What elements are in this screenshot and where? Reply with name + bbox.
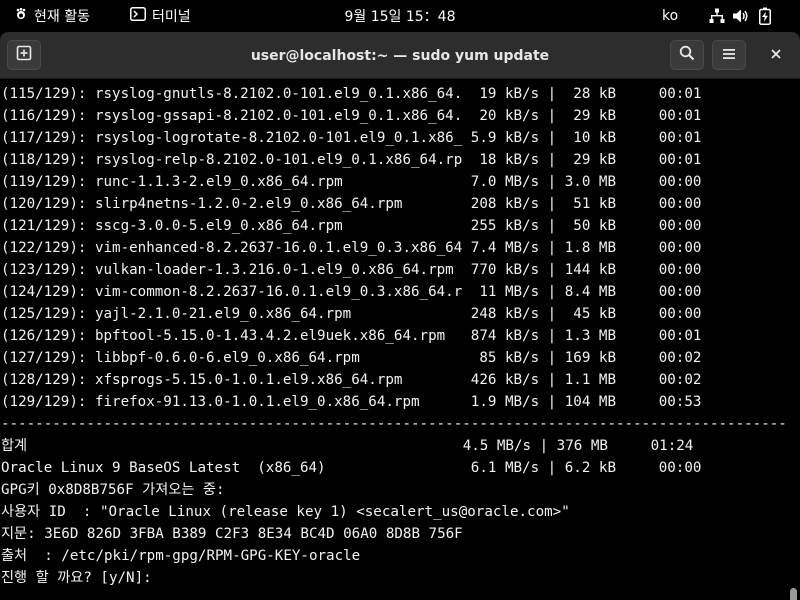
terminal-output[interactable]: (115/129): rsyslog-gnutls-8.2102.0-101.e… — [0, 80, 786, 600]
input-language-label: ko — [662, 8, 679, 24]
scrollbar-thumb[interactable] — [790, 588, 797, 600]
terminal-line: (118/129): rsyslog-relp-8.2102.0-101.el9… — [1, 152, 702, 168]
hamburger-menu-icon — [722, 46, 736, 64]
terminal-line: 사용자 ID : "Oracle Linux (release key 1) <… — [1, 504, 570, 520]
network-icon — [708, 7, 726, 25]
hamburger-menu-button[interactable] — [712, 40, 746, 70]
new-tab-button[interactable] — [7, 40, 41, 70]
terminal-line: ----------------------------------------… — [1, 416, 786, 432]
terminal-line: (115/129): rsyslog-gnutls-8.2102.0-101.e… — [1, 86, 702, 102]
system-tray[interactable] — [708, 0, 774, 32]
clock-text: 9월 15일 15：48 — [344, 9, 456, 25]
terminal-line: (126/129): bpftool-5.15.0-1.43.4.2.el9ue… — [1, 328, 702, 344]
terminal-line: GPG키 0x8D8B756F 가져오는 중: — [1, 482, 225, 498]
terminal-line: (127/129): libbpf-0.6.0-6.el9_0.x86_64.r… — [1, 350, 702, 366]
terminal-line: (120/129): slirp4netns-1.2.0-2.el9_0.x86… — [1, 196, 702, 212]
input-language-indicator[interactable]: ko — [662, 0, 678, 32]
terminal-line: (125/129): yajl-2.1.0-21.el9_0.x86_64.rp… — [1, 306, 702, 322]
clock[interactable]: 9월 15일 15：48 — [0, 0, 800, 32]
terminal-line: (116/129): rsyslog-gssapi-8.2102.0-101.e… — [1, 108, 702, 124]
terminal-line: (119/129): runc-1.1.3-2.el9_0.x86_64.rpm… — [1, 174, 702, 190]
terminal-line: (117/129): rsyslog-logrotate-8.2102.0-10… — [1, 130, 702, 146]
search-button[interactable] — [670, 40, 704, 70]
terminal-line: 진행 할 까요? [y/N]: — [1, 570, 161, 586]
terminal-line: Oracle Linux 9 BaseOS Latest (x86_64) 6.… — [1, 460, 702, 476]
terminal-line: (123/129): vulkan-loader-1.3.216.0-1.el9… — [1, 262, 702, 278]
terminal-line: (122/129): vim-enhanced-8.2.2637-16.0.1.… — [1, 240, 702, 256]
terminal-line: (129/129): firefox-91.13.0-1.0.1.el9_0.x… — [1, 394, 702, 410]
search-icon — [679, 45, 695, 65]
terminal-window: user@localhost:~ — sudo yum update (115/… — [0, 32, 800, 600]
terminal-line: (124/129): vim-common-8.2.2637-16.0.1.el… — [1, 284, 702, 300]
top-bar: 현재 활동 터미널 9월 15일 15：48 ko — [0, 0, 800, 32]
header-bar[interactable]: user@localhost:~ — sudo yum update — [0, 32, 800, 79]
terminal-line: 합계 4.5 MB/s | 376 MB 01:24 — [1, 438, 694, 454]
volume-icon — [732, 7, 750, 25]
battery-icon — [756, 7, 774, 25]
close-window-button[interactable] — [760, 40, 792, 70]
terminal-line: (121/129): sscg-3.0.0-5.el9_0.x86_64.rpm… — [1, 218, 702, 234]
close-icon — [770, 46, 782, 64]
terminal-lines: (115/129): rsyslog-gnutls-8.2102.0-101.e… — [1, 83, 786, 589]
terminal-scrollbar[interactable] — [786, 80, 800, 600]
terminal-line: 출처 : /etc/pki/rpm-gpg/RPM-GPG-KEY-oracle — [1, 548, 361, 564]
terminal-line: (128/129): xfsprogs-5.15.0-1.0.1.el9.x86… — [1, 372, 702, 388]
terminal-line: 지문: 3E6D 826D 3FBA B389 C2F3 8E34 BC4D 0… — [1, 526, 463, 542]
new-tab-icon — [16, 45, 32, 65]
